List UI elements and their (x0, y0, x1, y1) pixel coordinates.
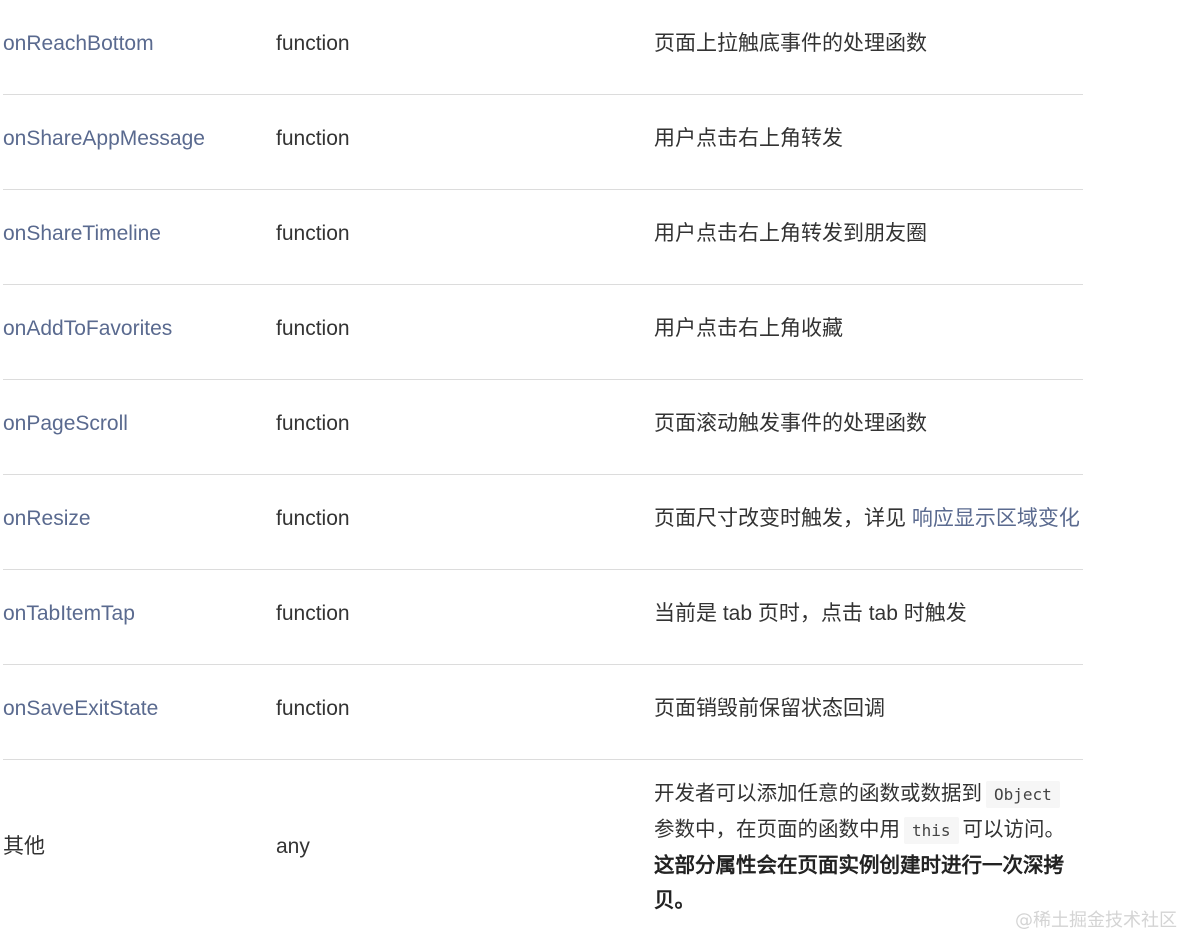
option-description: 当前是 tab 页时，点击 tab 时触发 (654, 602, 967, 626)
option-name-link[interactable]: onSaveExitState (3, 662, 273, 756)
inline-code-object: Object (986, 781, 1060, 808)
description-text-part1: 开发者可以添加任意的函数或数据到 (654, 782, 982, 805)
table-row: onShareAppMessage function 用户点击右上角转发 (3, 95, 1083, 190)
table-row: onPageScroll function 页面滚动触发事件的处理函数 (3, 380, 1083, 475)
site-watermark: @稀土掘金技术社区 (1015, 910, 1177, 931)
page-options-table: onReachBottom function 页面上拉触底事件的处理函数 onS… (3, 0, 1083, 940)
option-type: function (276, 317, 350, 341)
option-type: function (276, 602, 350, 626)
option-name-link[interactable]: onPageScroll (3, 377, 273, 471)
option-type: function (276, 412, 350, 436)
option-type: function (276, 697, 350, 721)
table-row: onTabItemTap function 当前是 tab 页时，点击 tab … (3, 570, 1083, 665)
option-description: 页面销毁前保留状态回调 (654, 697, 885, 721)
option-type: function (276, 507, 350, 531)
table-row: onAddToFavorites function 用户点击右上角收藏 (3, 285, 1083, 380)
table-row: onReachBottom function 页面上拉触底事件的处理函数 (3, 0, 1083, 95)
option-name-link[interactable]: onShareAppMessage (3, 92, 273, 186)
option-type: any (276, 835, 310, 859)
option-description-text: 页面尺寸改变时触发，详见 (654, 507, 912, 531)
description-text-part2: 参数中，在页面的函数中用 (654, 818, 900, 841)
option-description: 用户点击右上角转发到朋友圈 (654, 222, 927, 246)
option-description: 页面滚动触发事件的处理函数 (654, 412, 927, 436)
option-name-link[interactable]: onReachBottom (3, 0, 273, 91)
option-name-link[interactable]: onTabItemTap (3, 567, 273, 661)
option-description: 页面上拉触底事件的处理函数 (654, 32, 927, 56)
table-row: onResize function 页面尺寸改变时触发，详见 响应显示区域变化 (3, 475, 1083, 570)
table-row: onShareTimeline function 用户点击右上角转发到朋友圈 (3, 190, 1083, 285)
option-name: 其他 (3, 835, 45, 859)
option-description: 用户点击右上角转发 (654, 127, 843, 151)
option-type: function (276, 127, 350, 151)
description-text-part3: 可以访问。 (962, 818, 1066, 841)
option-description: 用户点击右上角收藏 (654, 317, 843, 341)
option-description: 页面尺寸改变时触发，详见 响应显示区域变化 (654, 472, 1084, 566)
option-type: function (276, 222, 350, 246)
option-name-link[interactable]: onShareTimeline (3, 187, 273, 281)
inline-code-this: this (904, 817, 959, 844)
option-name-link[interactable]: onResize (3, 472, 273, 566)
option-name-link[interactable]: onAddToFavorites (3, 282, 273, 376)
table-row: onSaveExitState function 页面销毁前保留状态回调 (3, 665, 1083, 760)
table-row-other: 其他 any 开发者可以添加任意的函数或数据到 Object 参数中，在页面的函数… (3, 760, 1083, 940)
option-type: function (276, 32, 350, 56)
option-description-block: 开发者可以添加任意的函数或数据到 Object 参数中，在页面的函数中用 this 可… (654, 776, 1084, 918)
description-bold-note: 这部分属性会在页面实例创建时进行一次深拷贝。 (654, 854, 1064, 912)
responsive-area-change-link[interactable]: 响应显示区域变化 (912, 506, 1080, 531)
